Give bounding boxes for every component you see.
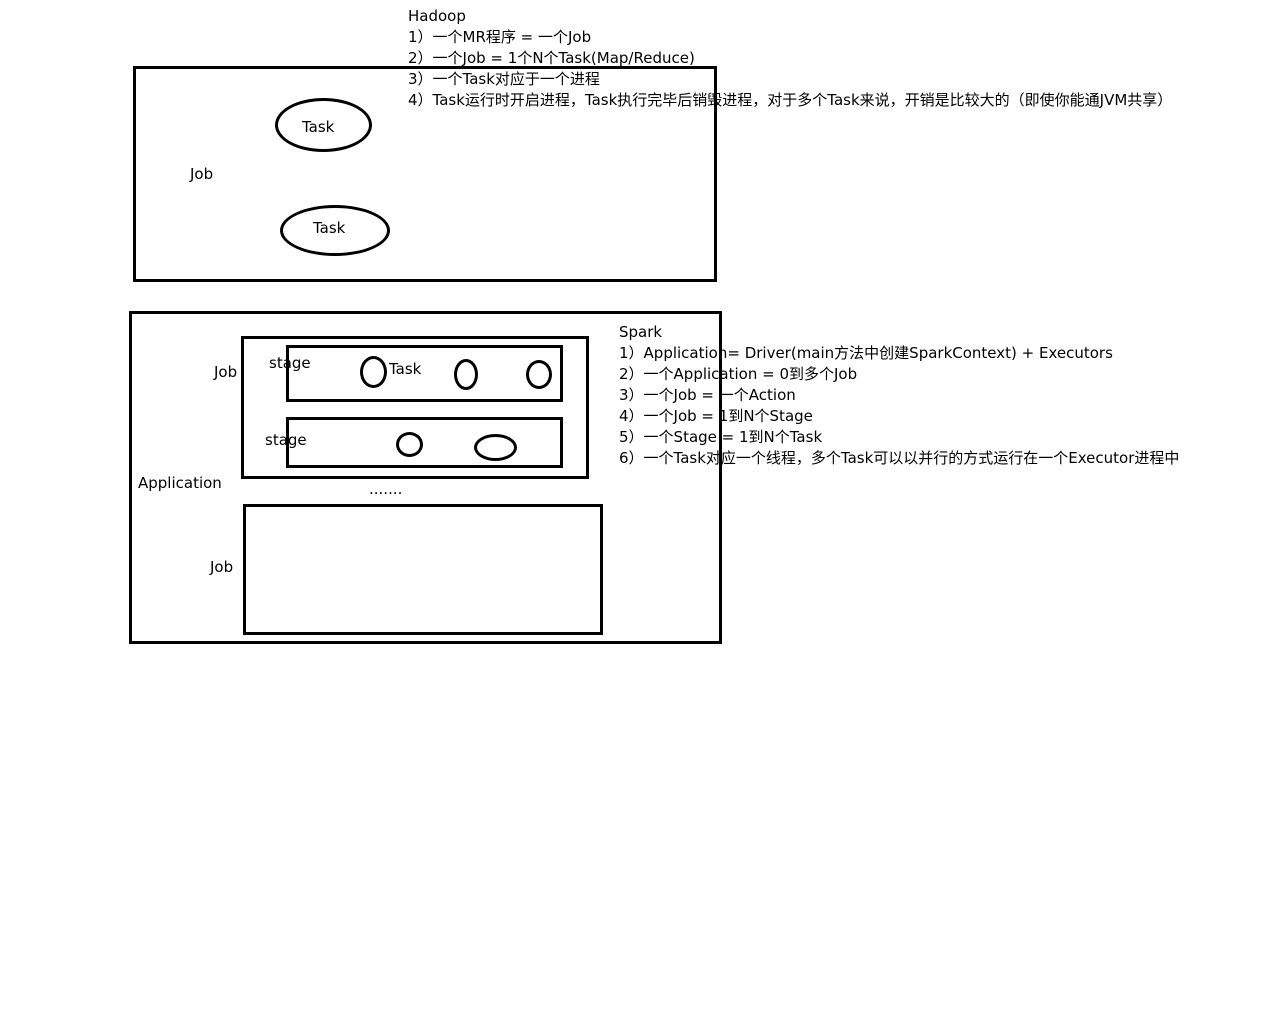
hadoop-line-1: 1）一个MR程序 = 一个Job	[408, 28, 592, 46]
spark-job-label-1: Job	[214, 363, 238, 381]
spark-task-oval-3	[526, 360, 552, 389]
spark-title: Spark	[619, 323, 663, 341]
spark-notes: Spark 1）Application= Driver(main方法中创建Spa…	[619, 322, 1179, 469]
spark-stage-box-2	[286, 417, 563, 468]
hadoop-title: Hadoop	[408, 7, 466, 25]
spark-stage-box-1	[286, 345, 563, 402]
spark-job-box-2	[243, 504, 603, 635]
spark-task-oval-2	[454, 359, 478, 390]
spark-line-3: 3）一个Job = 一个Action	[619, 386, 796, 404]
hadoop-line-2: 2）一个Job = 1个N个Task(Map/Reduce)	[408, 49, 695, 67]
spark-stage-label-2: stage	[265, 431, 307, 449]
spark-task-oval-4	[396, 432, 423, 457]
spark-application-label: Application	[138, 474, 222, 492]
spark-task-oval-5	[474, 434, 517, 461]
spark-job-label-2: Job	[210, 558, 234, 576]
spark-ellipsis: .......	[369, 480, 403, 498]
spark-line-1: 1）Application= Driver(main方法中创建SparkCont…	[619, 344, 1113, 362]
hadoop-task-label-1: Task	[302, 118, 335, 136]
spark-line-5: 5）一个Stage = 1到N个Task	[619, 428, 823, 446]
hadoop-job-label: Job	[190, 165, 214, 183]
hadoop-task-label-2: Task	[313, 219, 346, 237]
spark-task-oval-1	[360, 356, 387, 388]
spark-line-4: 4）一个Job = 1到N个Stage	[619, 407, 813, 425]
spark-line-6: 6）一个Task对应一个线程，多个Task可以以并行的方式运行在一个Execut…	[619, 449, 1180, 467]
hadoop-line-3: 3）一个Task对应于一个进程	[408, 70, 600, 88]
spark-line-2: 2）一个Application = 0到多个Job	[619, 365, 858, 383]
hadoop-notes: Hadoop 1）一个MR程序 = 一个Job 2）一个Job = 1个N个Ta…	[408, 6, 1172, 111]
spark-stage-label-1: stage	[269, 354, 311, 372]
hadoop-line-4: 4）Task运行时开启进程，Task执行完毕后销毁进程，对于多个Task来说，开…	[408, 91, 1173, 109]
spark-task-label: Task	[389, 360, 422, 378]
